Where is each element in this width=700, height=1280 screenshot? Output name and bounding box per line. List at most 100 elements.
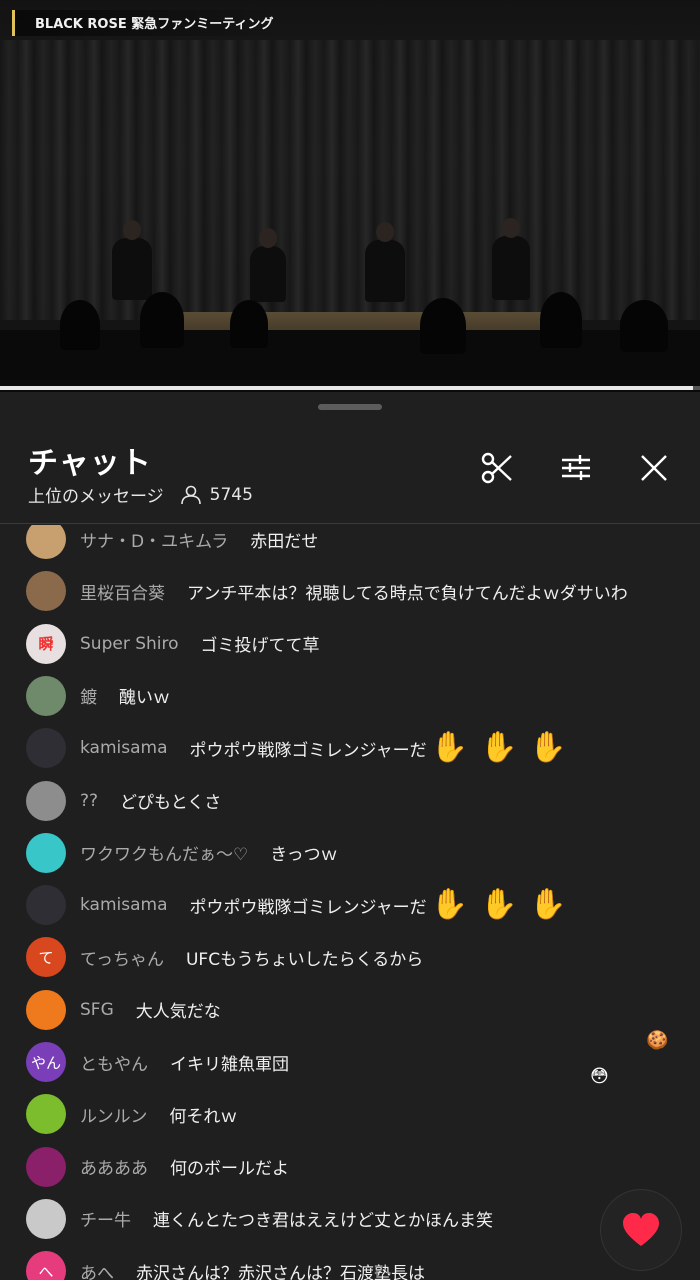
chat-message[interactable]: ああああ 何のボールだよ [0,1141,700,1193]
audience-area [0,330,700,392]
message-author[interactable]: ともやん [80,1050,148,1075]
message-text: 醜いｗ [119,688,170,709]
message-author[interactable]: 鍍 [80,683,97,708]
message-author[interactable]: チー牛 [80,1206,131,1231]
avatar[interactable]: 瞬 [26,623,66,664]
message-author[interactable]: ?? [80,791,98,811]
chat-message-list[interactable]: サナ・D・ユキムラ 赤田だせ里桜百合葵 アンチ平本は？視聴してる時点で負けてんだよｗ… [0,525,700,1280]
message-text: 大人気だな [135,1002,221,1023]
avatar[interactable] [26,885,66,926]
chat-panel: チャット 上位のメッセージ 5745 サナ・D・ユキムラ 赤田だせ 里桜百合葵 … [0,392,700,1280]
message-text: 何それｗ [169,1106,238,1127]
close-chat-button[interactable] [634,448,674,488]
like-button[interactable] [601,1190,681,1270]
message-author[interactable]: ああああ [80,1154,148,1179]
chat-message[interactable]: 瞬 Super Shiro ゴミ投げてて草 [0,618,700,670]
message-text: どぴもとくさ [120,793,222,813]
panelist-figure [492,218,530,300]
avatar[interactable] [26,1146,66,1187]
avatar[interactable] [26,1094,66,1135]
avatar[interactable] [26,832,66,873]
waving-hand-emoji-icon: ✋ ✋ ✋ [430,730,567,766]
close-icon [641,455,667,481]
chat-message[interactable]: ててっちゃん UFCもうちょいしたらくるから [0,931,700,983]
chat-header: チャット 上位のメッセージ 5745 [0,432,700,524]
message-author[interactable]: kamisama [80,738,168,758]
message-author[interactable]: kamisama [80,895,168,915]
chat-message[interactable]: チー牛 連くんとたつき君はええけど丈とかほんま笑 [0,1193,700,1245]
chat-message[interactable]: ?? どぴもとくさ [0,775,700,827]
avatar[interactable] [26,780,66,821]
video-progress-fill [0,386,693,390]
message-content: チー牛 連くんとたつき君はええけど丈とかほんま笑 [80,1206,493,1231]
message-author[interactable]: ルンルン [80,1102,147,1127]
avatar[interactable] [26,675,66,716]
scissors-icon [481,452,512,484]
message-text: イキリ雑魚軍団 [170,1054,289,1075]
message-content: てっちゃん UFCもうちょいしたらくるから [80,945,423,970]
message-author[interactable]: あへ [80,1259,114,1280]
avatar[interactable] [26,989,66,1030]
message-author[interactable]: ワクワクもんだぁ～♡ [80,840,248,865]
message-text: きっつｗ [270,845,338,866]
avatar[interactable]: やん [26,1042,66,1082]
message-content: ワクワクもんだぁ～♡ きっつｗ [80,840,338,865]
message-content: 里桜百合葵 アンチ平本は？視聴してる時点で負けてんだよｗダサいわ [80,579,628,604]
avatar[interactable] [26,728,66,769]
video-player[interactable]: BLACK ROSE 緊急ファンミーティング [0,0,700,392]
message-author[interactable]: てっちゃん [80,945,164,970]
panelist-figure [112,220,152,300]
chat-title: チャット [28,446,152,481]
chat-message[interactable]: SFG 大人気だな [0,984,700,1036]
message-author[interactable]: 里桜百合葵 [80,579,165,604]
message-content: ああああ 何のボールだよ [80,1154,289,1179]
heart-icon [623,1213,659,1246]
message-content: ルンルン 何それｗ [80,1102,237,1127]
message-text: 赤沢さんは？赤沢さんは？石渡塾長は [136,1263,425,1280]
chat-message[interactable]: ワクワクもんだぁ～♡ きっつｗ [0,827,700,879]
message-text: 赤田だせ [250,531,319,552]
panelist-figure [365,222,405,302]
avatar[interactable]: て [26,937,66,978]
floating-reaction-cookie-icon: 🍪 [646,1030,669,1051]
message-content: サナ・D・ユキムラ 赤田だせ [80,527,318,552]
viewer-icon [180,485,201,504]
chat-message[interactable]: ルンルン 何それｗ [0,1088,700,1140]
chat-message[interactable]: 鍍 醜いｗ [0,670,700,722]
sliders-icon [562,455,590,480]
avatar[interactable] [26,525,66,559]
message-content: ともやん イキリ雑魚軍団 [80,1050,289,1075]
message-author[interactable]: SFG [80,1000,114,1020]
message-text: UFCもうちょいしたらくるから [185,949,424,970]
chat-message[interactable]: へあへ 赤沢さんは？赤沢さんは？石渡塾長は [0,1245,700,1280]
floating-reaction-flushed-icon: 😳 [590,1066,609,1087]
panelist-figure [250,228,286,302]
avatar[interactable] [26,1198,66,1239]
message-text: 何のボールだよ [170,1159,289,1180]
avatar[interactable] [26,571,66,612]
video-title: BLACK ROSE 緊急ファンミーティング [12,10,282,36]
message-text: 連くんとたつき君はええけど丈とかほんま笑 [153,1211,493,1232]
stage-curtain [0,40,700,320]
waving-hand-emoji-icon: ✋ ✋ ✋ [430,887,567,923]
clip-button[interactable] [477,448,517,488]
message-text: ゴミ投げてて草 [200,636,320,657]
message-text: アンチ平本は？視聴してる時点で負けてんだよｗダサいわ [187,583,628,604]
chat-message[interactable]: kamisama ポウポウ戦隊ゴミレンジャーだ ✋ ✋ ✋ [0,722,700,774]
drag-handle[interactable] [318,404,382,410]
message-author[interactable]: Super Shiro [80,634,179,654]
message-content: SFG 大人気だな [80,997,221,1023]
chat-message[interactable]: 里桜百合葵 アンチ平本は？視聴してる時点で負けてんだよｗダサいわ [0,565,700,617]
message-text: ポウポウ戦隊ゴミレンジャーだ [189,740,427,761]
message-content: Super Shiro ゴミ投げてて草 [80,631,320,657]
message-content: 鍍 醜いｗ [80,683,170,708]
chat-message[interactable]: kamisama ポウポウ戦隊ゴミレンジャーだ ✋ ✋ ✋ [0,879,700,931]
chat-settings-button[interactable] [556,448,596,488]
message-author[interactable]: サナ・D・ユキムラ [80,527,228,552]
chat-message[interactable]: サナ・D・ユキムラ 赤田だせ [0,525,700,565]
message-content: kamisama ポウポウ戦隊ゴミレンジャーだ ✋ ✋ ✋ [80,890,579,920]
chat-mode-selector[interactable]: 上位のメッセージ 5745 [28,482,253,508]
chat-mode-label: 上位のメッセージ [28,487,164,507]
avatar[interactable]: へ [26,1251,66,1280]
video-progress-bar[interactable] [0,386,700,390]
